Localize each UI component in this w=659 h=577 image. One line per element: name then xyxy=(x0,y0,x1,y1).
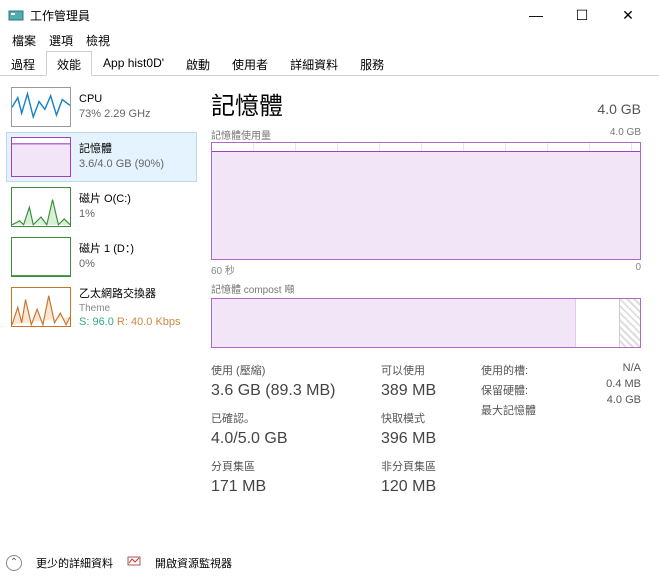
cpu-name: CPU xyxy=(79,92,151,107)
avail-label: 可以使用 xyxy=(381,362,481,378)
memory-composition-chart xyxy=(211,298,641,348)
max-mem-value: 4.0 GB xyxy=(581,394,641,406)
sidebar-item-cpu[interactable]: CPU 73% 2.29 GHz xyxy=(6,82,197,132)
max-mem-label: 最大記憶體 xyxy=(481,402,581,418)
tab-processes[interactable]: 過程 xyxy=(0,51,46,76)
memory-stat: 3.6/4.0 GB (90%) xyxy=(79,157,164,172)
cached-value: 396 MB xyxy=(381,430,481,448)
committed-value: 4.0/5.0 GB xyxy=(211,430,381,448)
disk1-stat: 0% xyxy=(79,257,134,272)
usage-label: 記憶體使用量 xyxy=(211,127,271,142)
page-title: 記憶體 xyxy=(211,86,283,121)
disk0-thumb xyxy=(11,187,71,227)
close-button[interactable]: ✕ xyxy=(605,0,651,30)
menu-file[interactable]: 檔案 xyxy=(8,30,40,51)
usage-max: 4.0 GB xyxy=(610,127,641,142)
menu-view[interactable]: 檢視 xyxy=(82,30,114,51)
in-use-label: 使用 (壓縮) xyxy=(211,362,381,378)
chevron-up-icon[interactable]: ⌃ xyxy=(6,555,22,571)
disk1-name: 磁片 1 (D：) xyxy=(79,242,134,257)
sidebar-item-disk0[interactable]: 磁片 O(C:) 1% xyxy=(6,182,197,232)
memory-name: 記憶體 xyxy=(79,142,164,157)
composition-label: 記憶體 compost 噸 xyxy=(211,281,641,296)
avail-value: 389 MB xyxy=(381,382,481,400)
net-thumb xyxy=(11,287,71,327)
cached-label: 快取模式 xyxy=(381,410,481,426)
maximize-button[interactable]: ☐ xyxy=(559,0,605,30)
tab-startup[interactable]: 啟動 xyxy=(175,51,221,76)
net-theme: Theme xyxy=(79,302,181,316)
app-icon xyxy=(8,7,24,23)
net-ul: R: 40.0 Kbps xyxy=(117,316,181,328)
disk0-name: 磁片 O(C:) xyxy=(79,192,131,207)
resmon-icon xyxy=(127,554,141,571)
tab-services[interactable]: 服務 xyxy=(349,51,395,76)
x-left: 60 秒 xyxy=(211,262,235,277)
slots-value: N/A xyxy=(581,362,641,374)
in-use-value: 3.6 GB (89.3 MB) xyxy=(211,382,381,400)
net-dl: S: 96.0 xyxy=(79,316,114,328)
sidebar-item-disk1[interactable]: 磁片 1 (D：) 0% xyxy=(6,232,197,282)
cpu-stat: 73% 2.29 GHz xyxy=(79,107,151,122)
minimize-button[interactable]: — xyxy=(513,0,559,30)
sidebar-item-network[interactable]: 乙太網路交換器 Theme S: 96.0 R: 40.0 Kbps xyxy=(6,282,197,335)
x-right: 0 xyxy=(635,262,641,277)
open-resource-monitor-link[interactable]: 開啟資源監視器 xyxy=(155,555,232,571)
memory-thumb xyxy=(11,137,71,177)
slots-label: 使用的槽: xyxy=(481,362,581,378)
sidebar-item-memory[interactable]: 記憶體 3.6/4.0 GB (90%) xyxy=(6,132,197,182)
disk1-thumb xyxy=(11,237,71,277)
nonpaged-label: 非分頁集區 xyxy=(381,458,481,474)
memory-usage-chart xyxy=(211,142,641,260)
paged-value: 171 MB xyxy=(211,478,381,496)
fewer-details-link[interactable]: 更少的詳細資料 xyxy=(36,555,113,571)
committed-label: 已確認。 xyxy=(211,410,381,426)
cpu-thumb xyxy=(11,87,71,127)
net-name: 乙太網路交換器 xyxy=(79,287,181,302)
tab-users[interactable]: 使用者 xyxy=(221,51,279,76)
tab-app-history[interactable]: App hist0D' xyxy=(92,51,175,76)
window-title: 工作管理員 xyxy=(30,7,513,24)
menu-options[interactable]: 選項 xyxy=(45,30,77,51)
disk0-stat: 1% xyxy=(79,207,131,222)
paged-label: 分頁集區 xyxy=(211,458,381,474)
tab-performance[interactable]: 效能 xyxy=(46,51,92,76)
nonpaged-value: 120 MB xyxy=(381,478,481,496)
hw-reserved-label: 保留硬體: xyxy=(481,382,581,398)
hw-reserved-value: 0.4 MB xyxy=(581,378,641,390)
tab-details[interactable]: 詳細資料 xyxy=(279,51,349,76)
memory-capacity: 4.0 GB xyxy=(597,101,641,117)
